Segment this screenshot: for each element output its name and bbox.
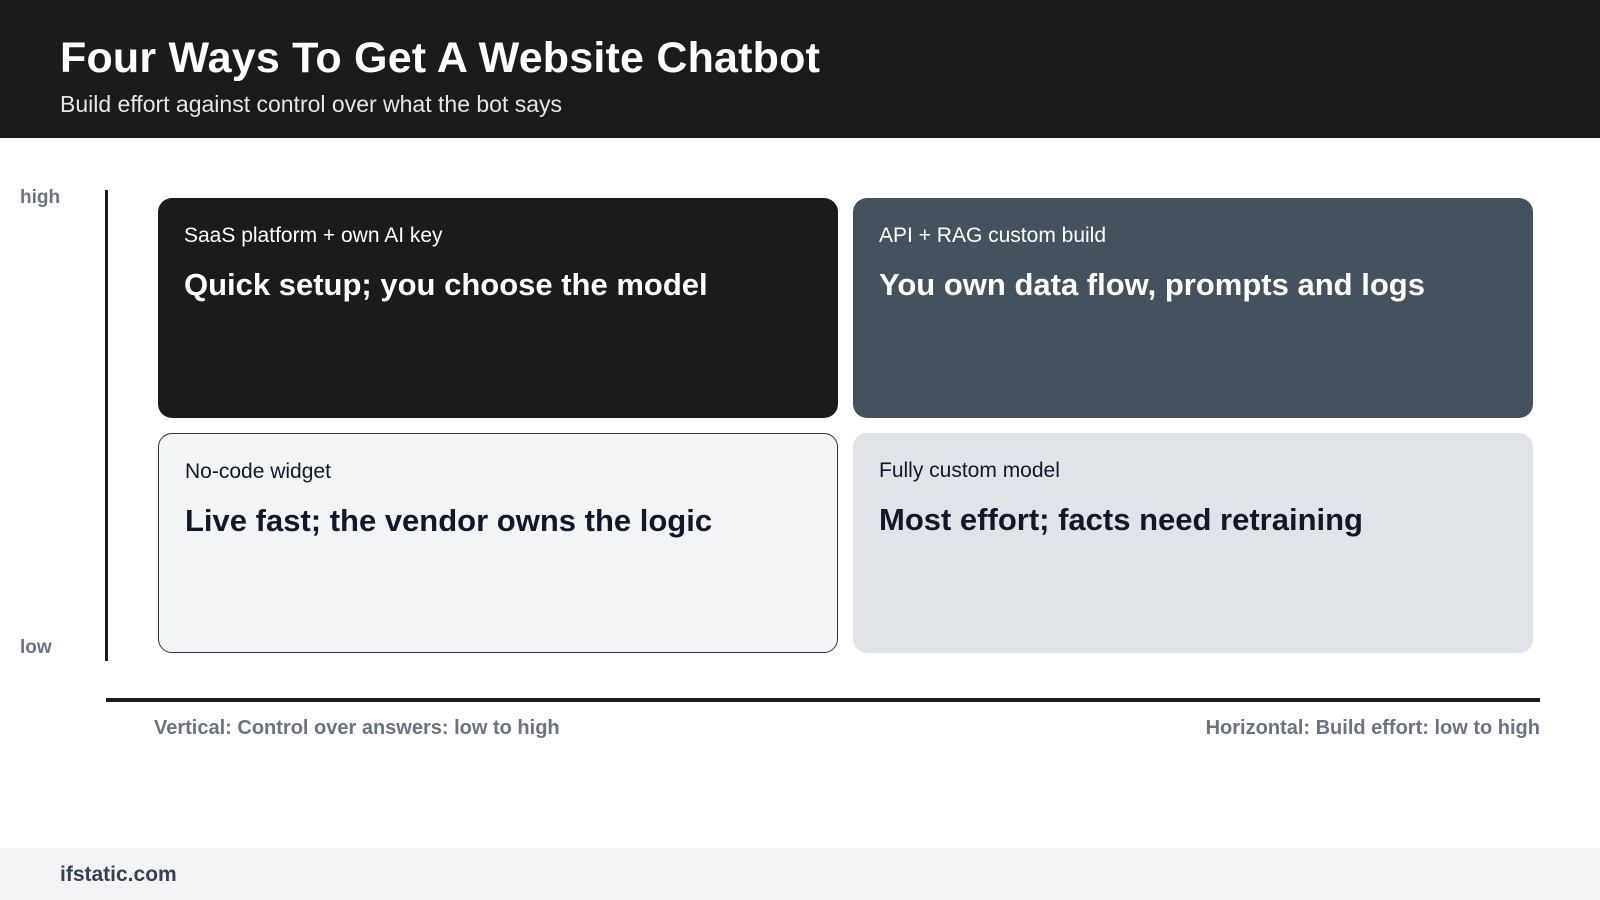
quadrant-api-rag: API + RAG custom build You own data flow…	[853, 198, 1533, 418]
quadrant-label: No-code widget	[185, 460, 331, 483]
quadrant-saas-platform: SaaS platform + own AI key Quick setup; …	[158, 198, 838, 418]
quadrant-no-code-widget: No-code widget Live fast; the vendor own…	[158, 433, 838, 653]
footer-bar: ifstatic.com	[0, 848, 1600, 900]
vertical-axis-line	[105, 190, 108, 661]
quadrant-text: Most effort; facts need retraining	[879, 502, 1363, 537]
footer-brand: ifstatic.com	[60, 863, 177, 886]
page-subtitle: Build effort against control over what t…	[60, 91, 563, 117]
axis-high-label: high	[20, 187, 61, 208]
axis-low-label: low	[20, 637, 52, 658]
page-title: Four Ways To Get A Website Chatbot	[60, 34, 821, 82]
quadrant-text: Live fast; the vendor owns the logic	[185, 503, 713, 538]
page: Four Ways To Get A Website Chatbot Build…	[0, 0, 1600, 900]
quadrant-label: SaaS platform + own AI key	[184, 224, 443, 247]
header-banner: Four Ways To Get A Website Chatbot Build…	[0, 0, 1600, 138]
quadrant-label: Fully custom model	[879, 459, 1060, 482]
vertical-axis-caption: Vertical: Control over answers: low to h…	[154, 717, 560, 739]
horizontal-axis-line	[106, 698, 1540, 702]
quadrant-text: Quick setup; you choose the model	[184, 267, 708, 302]
horizontal-axis-caption: Horizontal: Build effort: low to high	[1205, 717, 1540, 739]
quadrant-label: API + RAG custom build	[879, 224, 1107, 247]
quadrant-text: You own data flow, prompts and logs	[879, 267, 1425, 302]
quadrant-fully-custom-model: Fully custom model Most effort; facts ne…	[853, 433, 1533, 653]
